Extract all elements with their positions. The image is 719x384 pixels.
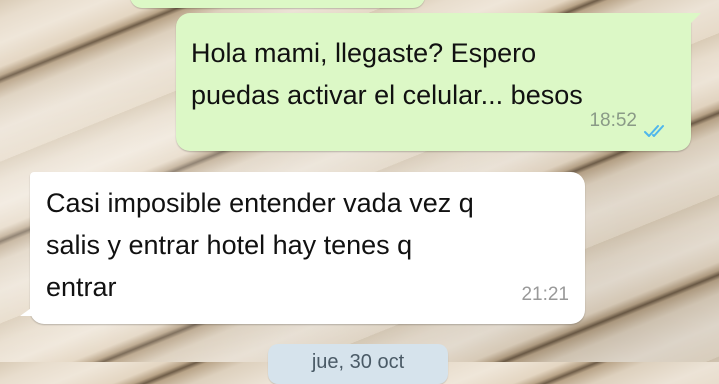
previous-message-bubble — [130, 0, 425, 8]
date-separator: jue, 30 oct — [268, 344, 448, 384]
message-time: 21:21 — [521, 284, 569, 305]
double-check-read-icon — [643, 113, 669, 137]
message-text: Casi imposible entender vada vez q salis… — [46, 188, 474, 302]
outgoing-message-bubble[interactable]: Hola mami, llegaste? Espero puedas activ… — [176, 13, 701, 151]
incoming-message-bubble[interactable]: Casi imposible entender vada vez q salis… — [20, 172, 585, 324]
message-meta: 21:21 — [521, 274, 569, 316]
message-meta: 18:52 — [589, 100, 669, 142]
message-time: 18:52 — [589, 110, 637, 131]
